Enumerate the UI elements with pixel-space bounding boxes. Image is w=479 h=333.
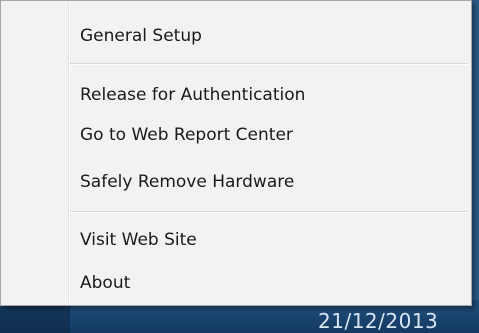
- screen: 21/12/2013 General Setup Release for Aut…: [0, 0, 479, 333]
- tray-context-menu: General Setup Release for Authentication…: [0, 0, 472, 306]
- menu-item-safely-remove-hardware[interactable]: Safely Remove Hardware: [70, 162, 468, 202]
- menu-separator: [70, 211, 468, 213]
- menu-item-go-to-web-report-center[interactable]: Go to Web Report Center: [70, 115, 468, 155]
- menu-item-release-for-authentication[interactable]: Release for Authentication: [70, 75, 468, 115]
- taskbar-clock-date[interactable]: 21/12/2013: [318, 309, 438, 333]
- menu-item-visit-web-site[interactable]: Visit Web Site: [70, 220, 468, 260]
- menu-separator: [70, 63, 468, 65]
- menu-item-about[interactable]: About: [70, 263, 468, 303]
- menu-item-general-setup[interactable]: General Setup: [70, 16, 468, 56]
